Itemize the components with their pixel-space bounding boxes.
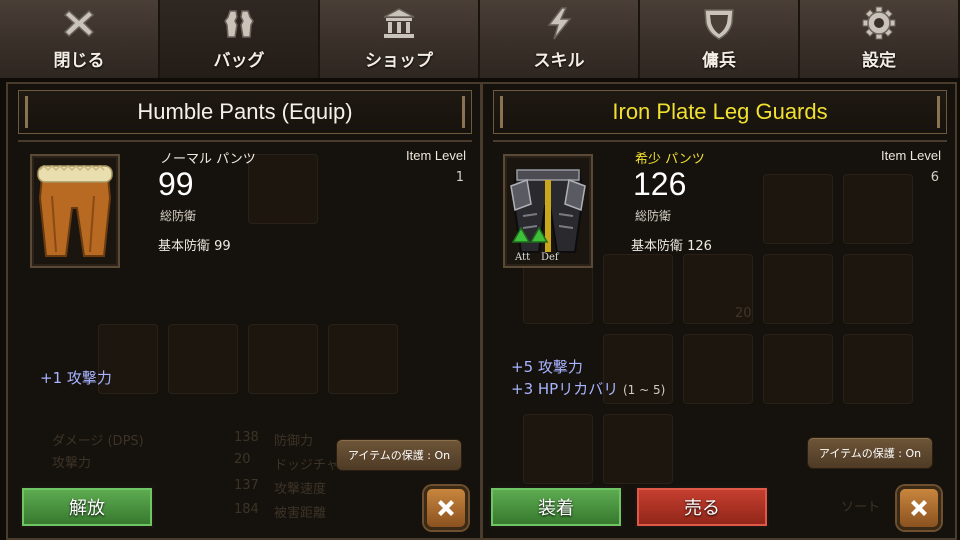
close-icon: [911, 500, 927, 516]
tab-shop-label: ショップ: [365, 51, 433, 71]
background-stat-range: 被害距離: [274, 506, 327, 521]
tab-close-label: 閉じる: [53, 51, 105, 71]
close-left-button[interactable]: [424, 486, 468, 530]
background-stat-defense: 防御力: [274, 434, 314, 449]
item-icon-frame: [30, 154, 120, 268]
item-level-label: Item Level: [406, 148, 466, 163]
gear-icon: [862, 6, 896, 40]
item-rarity: ノーマル パンツ: [160, 152, 256, 167]
background-stat-dps: ダメージ (DPS): [52, 434, 144, 449]
tab-settings-label: 設定: [862, 51, 896, 71]
background-slot: [603, 254, 673, 324]
pants-icon: [37, 164, 113, 257]
tab-settings[interactable]: 設定: [800, 0, 960, 78]
tab-bag[interactable]: バッグ: [160, 0, 320, 78]
equip-button[interactable]: 装着: [489, 486, 623, 528]
background-slot: [168, 324, 238, 394]
total-defense-value: 99: [158, 166, 194, 202]
sell-button[interactable]: 売る: [635, 486, 769, 528]
background-slot: [843, 174, 913, 244]
release-button[interactable]: 解放: [20, 486, 154, 528]
item-level-label: Item Level: [881, 148, 941, 163]
background-sort-label: ソート: [841, 500, 881, 515]
background-slot: [248, 154, 318, 224]
leg-guards-icon: [510, 169, 586, 253]
background-slot: [523, 414, 593, 484]
total-defense-value: 126: [633, 166, 687, 202]
compare-item-panel: 装置 ソート 20 Iron Plate Leg Guards Att Def …: [481, 82, 957, 540]
background-stat-speed: 攻撃速度: [274, 482, 327, 497]
background-slot: [763, 254, 833, 324]
total-defense-label: 総防衛: [635, 209, 672, 223]
tab-mercenary-label: 傭兵: [702, 51, 736, 71]
bonus-hp-recovery: +3 HPリカバリ (1 ~ 5): [511, 378, 665, 399]
background-stat-dodge: ドッジチャ: [274, 458, 339, 473]
bonus-attack: +5 攻撃力: [511, 358, 583, 376]
tab-bag-label: バッグ: [213, 51, 265, 71]
tab-skill[interactable]: スキル: [480, 0, 640, 78]
bonus-attack: +1 攻撃力: [40, 369, 112, 387]
bonus-hp-recovery-range: (1 ~ 5): [623, 383, 666, 397]
tab-mercenary[interactable]: 傭兵: [640, 0, 800, 78]
background-slot: [763, 174, 833, 244]
tab-skill-label: スキル: [533, 51, 585, 71]
tab-close[interactable]: 閉じる: [0, 0, 160, 78]
attack-up-badge: Att: [515, 252, 531, 263]
item-rarity: 希少 パンツ: [635, 152, 705, 167]
background-value-dps: 138: [234, 430, 259, 445]
equipped-item-panel: ダメージ (DPS) 攻撃力 138 20 137 184 防御力 ドッジチャ …: [6, 82, 482, 540]
divider: [493, 140, 947, 142]
background-value-range: 184: [234, 502, 259, 517]
item-level-value: 1: [455, 170, 464, 185]
skill-icon: [547, 7, 572, 40]
background-stat-attack: 攻撃力: [52, 456, 92, 471]
top-navigation: 閉じる バッグ ショップ スキル 傭兵 設定: [0, 0, 960, 78]
item-title: Humble Pants (Equip): [137, 99, 353, 124]
close-right-button[interactable]: [897, 486, 941, 530]
item-level-value: 6: [930, 170, 939, 185]
item-protect-toggle[interactable]: アイテムの保護 : On: [807, 437, 933, 469]
tab-shop[interactable]: ショップ: [320, 0, 480, 78]
background-slot: [603, 414, 673, 484]
shield-icon: [704, 9, 734, 40]
item-title: Iron Plate Leg Guards: [612, 99, 828, 124]
background-slot: [763, 334, 833, 404]
background-value-speed: 137: [234, 478, 259, 493]
background-value-attack: 20: [234, 452, 251, 467]
divider: [18, 140, 472, 142]
basic-defense: 基本防衛 126: [631, 239, 712, 254]
background-slot: [843, 254, 913, 324]
item-protect-toggle[interactable]: アイテムの保護 : On: [336, 439, 462, 471]
basic-defense: 基本防衛 99: [158, 239, 231, 254]
background-slot: [248, 324, 318, 394]
close-icon: [63, 9, 95, 38]
defense-up-badge: Def: [541, 252, 559, 263]
background-slot: [843, 334, 913, 404]
background-slot: [328, 324, 398, 394]
item-title-bar: Humble Pants (Equip): [18, 90, 472, 134]
shop-icon: [383, 8, 415, 38]
item-title-bar: Iron Plate Leg Guards: [493, 90, 947, 134]
close-icon: [438, 500, 454, 516]
background-slot: [683, 334, 753, 404]
background-count: 20: [735, 306, 752, 321]
item-icon-frame: Att Def: [503, 154, 593, 268]
bonus-hp-recovery-text: +3 HPリカバリ: [511, 380, 619, 398]
bag-icon: [224, 10, 254, 38]
total-defense-label: 総防衛: [160, 209, 197, 223]
